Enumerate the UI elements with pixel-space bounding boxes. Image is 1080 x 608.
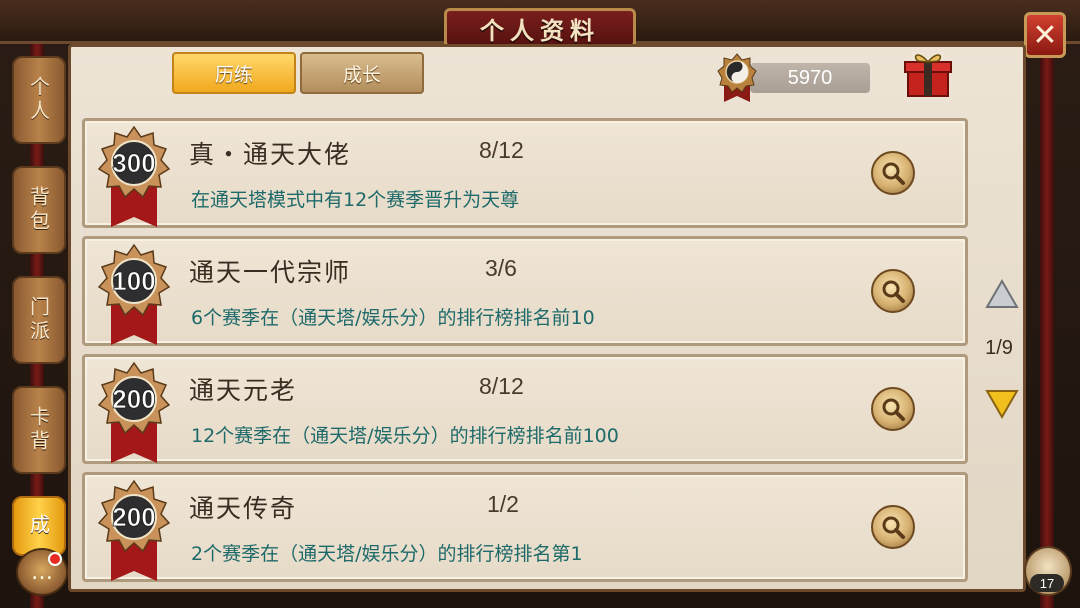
- window-title: 个人资料: [444, 8, 636, 48]
- side-tab-personal[interactable]: 个人: [12, 56, 66, 144]
- close-button[interactable]: ✕: [1024, 12, 1066, 58]
- magnifier-icon: [882, 516, 905, 539]
- medal-value: 300: [112, 148, 155, 178]
- achievement-row: 100 通天一代宗师 3/6 6个赛季在（通天塔/娱乐分）的排行榜排名前10: [82, 236, 968, 346]
- tab-growth[interactable]: 成长: [300, 52, 424, 94]
- achievement-description: 在通天塔模式中有12个赛季晋升为天尊: [191, 189, 520, 211]
- search-button[interactable]: [871, 269, 915, 313]
- close-x-icon: ✕: [1032, 17, 1058, 53]
- triangle-up-icon[interactable]: [984, 278, 1020, 310]
- friends-count: 17: [1030, 574, 1064, 592]
- achievement-title: 通天一代宗师: [189, 258, 352, 287]
- tab-training[interactable]: 历练: [172, 52, 296, 94]
- achievement-progress: 3/6: [485, 255, 517, 281]
- yin-yang-badge-icon: [717, 53, 757, 102]
- achievement-row: 200 通天元老 8/12 12个赛季在（通天塔/娱乐分）的排行榜排名前100: [82, 354, 968, 464]
- triangle-down-icon[interactable]: [984, 388, 1020, 420]
- achievement-row: 200 通天传奇 1/2 2个赛季在（通天塔/娱乐分）的排行榜排名第1: [82, 472, 968, 582]
- achievement-description: 12个赛季在（通天塔/娱乐分）的排行榜排名前100: [191, 425, 619, 447]
- achievement-description: 2个赛季在（通天塔/娱乐分）的排行榜排名第1: [191, 543, 583, 565]
- magnifier-icon: [882, 162, 905, 185]
- notification-dot: [48, 552, 62, 566]
- medal-icon: 300: [97, 125, 171, 227]
- achievement-progress: 8/12: [479, 373, 524, 399]
- achievement-progress: 1/2: [487, 491, 519, 517]
- page-indicator: 1/9: [985, 337, 1013, 359]
- search-button[interactable]: [871, 387, 915, 431]
- achievement-title: 通天传奇: [189, 494, 298, 523]
- medal-icon: 100: [97, 243, 171, 345]
- medal-icon: 200: [97, 361, 171, 463]
- side-tab-achievement[interactable]: 成: [12, 496, 66, 556]
- magnifier-icon: [882, 398, 905, 421]
- medal-icon: 200: [97, 479, 171, 581]
- achievement-progress: 8/12: [479, 137, 524, 163]
- points-value: 5970: [750, 63, 870, 93]
- gift-box-icon[interactable]: [900, 46, 956, 102]
- magnifier-icon: [882, 280, 905, 303]
- medal-value: 200: [112, 384, 155, 414]
- search-button[interactable]: [871, 151, 915, 195]
- achievement-title: 真・通天大佬: [189, 140, 352, 169]
- side-tab-card-back[interactable]: 卡背: [12, 386, 66, 474]
- medal-value: 100: [112, 266, 155, 296]
- medal-value: 200: [112, 502, 155, 532]
- achievement-description: 6个赛季在（通天塔/娱乐分）的排行榜排名前10: [191, 307, 595, 329]
- side-tab-backpack[interactable]: 背包: [12, 166, 66, 254]
- side-tab-sect[interactable]: 门派: [12, 276, 66, 364]
- right-pillar: [1040, 0, 1054, 608]
- achievement-title: 通天元老: [189, 376, 298, 405]
- search-button[interactable]: [871, 505, 915, 549]
- achievement-row: 300 真・通天大佬 8/12 在通天塔模式中有12个赛季晋升为天尊: [82, 118, 968, 228]
